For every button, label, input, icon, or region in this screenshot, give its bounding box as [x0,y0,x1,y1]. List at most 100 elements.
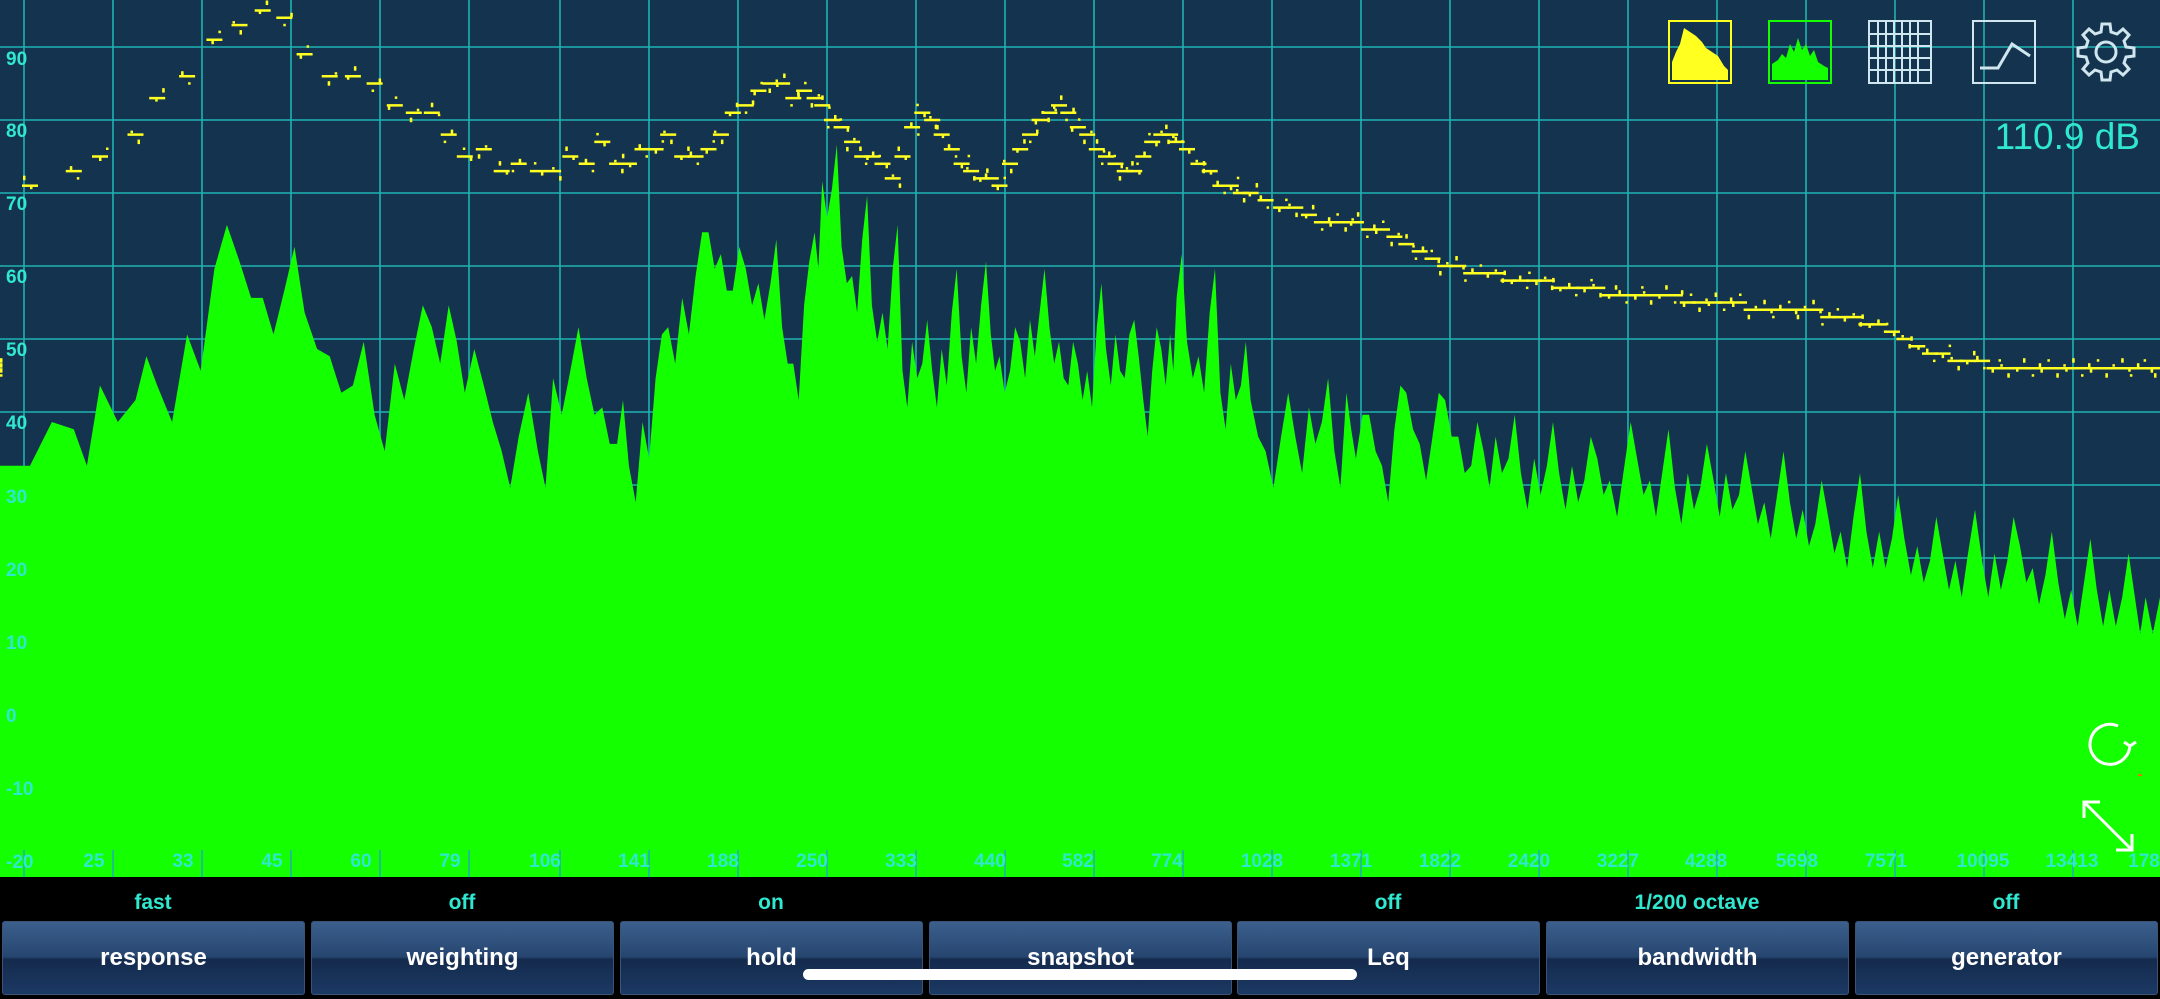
peak-hold-dot [232,21,235,24]
x-tick-label: 25 [83,851,105,872]
peak-hold-dot [1242,200,1246,203]
peak-hold-dot [1901,335,1904,338]
x-tick-label: 106 [529,851,561,872]
peak-hold-dot [1998,359,2001,362]
peak-hold-dot [2112,364,2115,367]
peak-hold-dot [572,157,575,160]
y-tick-label: 10 [6,633,28,654]
generator-button[interactable]: generator [1855,921,2158,995]
peak-hold-dot [1070,129,1074,132]
peak-hold-dot [954,155,958,158]
peak-hold-dot [1390,243,1393,247]
x-tick-label: 440 [974,851,1006,872]
leq-status: off [1374,891,1402,914]
peak-hold-dot [1003,159,1006,163]
gear-icon[interactable] [2074,20,2138,84]
peak-hold-dot [155,99,158,102]
green-spectrum-icon[interactable] [1768,20,1832,84]
peak-hold-dot [218,30,221,34]
peak-hold-dot [705,151,708,154]
peak-hold-dot [1090,130,1093,134]
peak-hold-dot [130,130,133,134]
x-tick-label: 774 [1151,851,1183,872]
peak-hold-dot [1698,309,1701,312]
peak-hold-dot [1479,264,1483,267]
peak-hold-dot [1356,214,1360,217]
curve-icon[interactable] [1972,20,2036,84]
home-indicator[interactable] [803,969,1357,980]
peak-hold-dot [1836,308,1840,311]
peak-hold-dot [1148,132,1151,136]
y-tick-label: 0 [6,706,17,727]
y-tick-label: 20 [6,560,28,581]
peak-hold-dot [1430,249,1433,253]
peak-hold-dot [1029,140,1032,144]
yellow-spectrum-icon[interactable] [1668,20,1732,84]
peak-hold-dot [1722,308,1726,311]
peak-hold-dot [1138,172,1141,175]
peak-hold-dot [1311,206,1315,210]
peak-hold-dot [1366,235,1369,238]
peak-hold-dot [713,130,717,134]
reset-icon[interactable] [2080,712,2144,778]
grid-icon[interactable] [1868,20,1932,84]
hold-button[interactable]: hold [620,921,923,995]
peak-hold-dot [469,158,473,161]
peak-hold-dot [1054,108,1057,112]
spectrum-chart[interactable] [0,0,2160,877]
peak-hold-dot [898,185,902,188]
peak-hold-dot [1118,178,1122,181]
peak-hold-dot [1060,97,1063,100]
peak-hold-dot [416,108,420,112]
expand-icon[interactable] [2078,796,2138,856]
peak-hold-dot [797,92,800,96]
peak-hold-dot [409,119,413,123]
peak-hold-dot [804,81,807,85]
peak-hold-dot [353,68,357,71]
peak-hold-dot [1983,366,1986,370]
peak-hold-dot [821,97,824,100]
peak-hold-dot [1649,302,1653,305]
peak-hold-dot [728,113,732,117]
peak-hold-dot [181,73,184,76]
peak-hold-dot [1607,296,1611,299]
peak-hold-dot [1336,213,1339,216]
peak-hold-dot [2154,375,2157,378]
spectrum-area [0,144,2160,877]
response-button[interactable]: response [2,921,305,995]
snapshot-button[interactable]: snapshot [929,921,1232,995]
peak-hold-dot [645,155,648,158]
peak-hold-dot [2040,370,2043,373]
peak-hold-dot [498,163,502,166]
hold-status: on [758,891,784,914]
peak-hold-dot [1172,135,1175,139]
peak-hold-dot [450,131,454,135]
x-tick-label: 2420 [1507,851,1551,872]
peak-hold-dot [744,111,748,114]
weighting-button[interactable]: weighting [311,921,614,995]
peak-hold-dot [846,148,849,152]
peak-hold-dot [1344,229,1347,232]
peak-hold-dot [1036,131,1039,135]
peak-hold-dot [1770,310,1773,314]
peak-hold-dot [1414,257,1418,260]
peak-hold-dot [827,126,830,129]
leq-button[interactable]: Leq [1237,921,1540,995]
peak-hold-dot [1966,361,1969,365]
peak-hold-dot [661,140,665,143]
spectrum-plot[interactable]: 90 80 70 60 50 40 30 20 10 0 -10 -20 25 … [0,0,2160,877]
peak-hold-dot [1599,294,1602,298]
db-readout: 110.9 dB [1994,116,2140,157]
peak-hold-dot [1976,357,1979,361]
peak-hold-dot [1868,325,1871,328]
bandwidth-button[interactable]: bandwidth [1546,921,1849,995]
peak-hold-dot [1125,167,1129,170]
peak-hold-dot [1295,214,1298,218]
x-tick-label: 333 [885,851,917,872]
peak-hold-dot [628,164,632,168]
peak-hold-dot [654,151,658,154]
peak-hold-dot [775,79,778,82]
peak-hold-dot [1446,262,1449,265]
peak-hold-dot [1351,218,1354,221]
peak-hold-dot [1397,232,1400,236]
